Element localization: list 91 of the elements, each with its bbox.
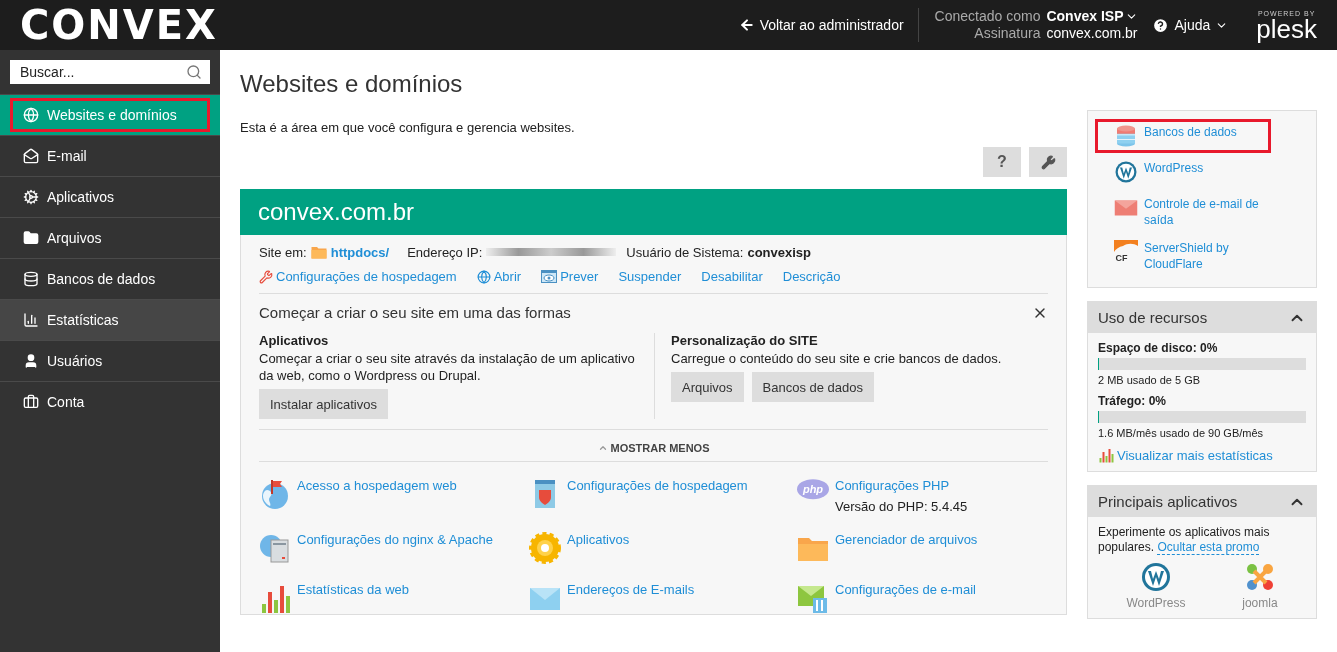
database-icon [1114, 124, 1138, 148]
sidebar-item[interactable]: Usuários [0, 340, 220, 381]
quick-link[interactable]: Controle de e-mail de saída [1095, 191, 1306, 233]
tool-link[interactable]: Endereços de E-mails [567, 582, 695, 597]
back-link[interactable]: Voltar ao administrador [738, 17, 904, 33]
chart-icon [23, 312, 39, 328]
cloudflare-logo: CF [1114, 240, 1138, 264]
sidebar-item[interactable]: Aplicativos [0, 176, 220, 217]
globe-icon [476, 269, 491, 284]
wrench-icon [1040, 154, 1056, 170]
help-icon [1152, 16, 1170, 34]
logo: CONVEX [20, 2, 218, 48]
ip-label: Endereço IP: [407, 244, 483, 260]
wordpress-logo [1114, 160, 1138, 184]
php-version: Versão do PHP: 5.4.45 [835, 499, 968, 514]
usage-reading: 1.6 MB/mês usado de 90 GB/mês [1098, 427, 1265, 439]
meter-label: Tráfego: 0% [1098, 394, 1167, 408]
sidebar-item[interactable]: Arquivos [0, 217, 220, 258]
hide-promo-link[interactable]: Ocultar esta promo [1157, 540, 1260, 555]
globe-flag-icon [259, 478, 291, 510]
section-title: Começar a criar o seu site em uma das formas [259, 304, 571, 321]
wordpress-logo [1139, 561, 1172, 593]
mail-icon [23, 148, 39, 164]
column-title: Personalização do SITE [671, 333, 819, 348]
tool-link[interactable]: Aplicativos [567, 532, 630, 547]
eye-window-icon [541, 270, 558, 283]
bar-chart-icon [1098, 447, 1114, 463]
help-button[interactable]: ? [983, 147, 1021, 177]
globe-server-icon [259, 532, 291, 564]
app-name[interactable]: joomla [1242, 596, 1278, 610]
caret-up-icon [597, 443, 608, 453]
gear-icon [529, 532, 561, 564]
action-link[interactable]: Suspender [618, 269, 682, 284]
account-menu[interactable]: Convex ISP [1046, 8, 1139, 25]
search-box[interactable]: Buscar... [10, 60, 210, 84]
action-button[interactable]: Instalar aplicativos [259, 389, 388, 419]
usage-reading: 2 MB usado de 5 GB [1098, 374, 1202, 386]
tool-link[interactable]: Configurações de e-mail [835, 582, 976, 597]
subscription-name: convex.com.br [1046, 25, 1139, 42]
panel-title: Principais aplicativos [1098, 493, 1238, 510]
domain-title: convex.com.br [240, 189, 1067, 235]
action-link[interactable]: Prever [541, 269, 599, 284]
plesk-logo: plesk [1256, 16, 1317, 41]
gear-icon [23, 189, 39, 205]
wrench-icon [259, 269, 273, 284]
quick-link[interactable]: CF ServerShield by CloudFlare [1095, 235, 1306, 277]
column-text: Começar a criar o seu site através da instalação de um aplicativo da web, como o Wordpress ou Drupal. [259, 350, 636, 384]
action-button[interactable]: Bancos de dados [751, 372, 875, 402]
search-icon [186, 64, 202, 80]
action-link[interactable]: Configurações de hospedagem [259, 269, 457, 284]
app-name[interactable]: WordPress [1126, 596, 1186, 610]
globe-icon [23, 107, 39, 123]
action-link[interactable]: Abrir [476, 269, 522, 284]
action-button[interactable]: Arquivos [671, 372, 744, 402]
tool-link[interactable]: Estatísticas da web [297, 582, 409, 597]
user-icon [23, 353, 39, 369]
panel-title: Uso de recursos [1098, 309, 1208, 326]
settings-button[interactable] [1029, 147, 1067, 177]
folder-icon [310, 244, 327, 260]
meter-label: Espaço de disco: 0% [1098, 341, 1219, 355]
statistics-link[interactable]: Visualizar mais estatísticas [1098, 447, 1306, 463]
php-logo: php [797, 478, 829, 501]
connected-label: Conectado como [934, 8, 1041, 25]
quick-link[interactable]: Bancos de dados [1095, 119, 1271, 153]
docroot-link[interactable]: httpdocs/ [330, 244, 390, 260]
sidebar-item[interactable]: Conta [0, 381, 220, 422]
tool-link[interactable]: Configurações PHP [835, 478, 950, 493]
sidebar-item[interactable]: E-mail [0, 135, 220, 176]
column-text: Carregue o conteúdo do seu site e crie bancos de dados. [671, 350, 1003, 367]
system-user-label: Usuário de Sistema: [626, 244, 744, 260]
action-link[interactable]: Descrição [782, 269, 841, 284]
system-user: convexisp [747, 244, 811, 260]
quick-link[interactable]: WordPress [1095, 155, 1306, 189]
page-title: Websites e domínios [240, 70, 464, 98]
tool-link[interactable]: Configurações de hospedagem [567, 478, 748, 493]
tool-link[interactable]: Configurações do nginx & Apache [297, 532, 493, 547]
briefcase-icon [23, 394, 39, 410]
site-label: Site em: [259, 244, 307, 260]
show-less-link[interactable]: MOSTRAR MENOS [259, 430, 1048, 462]
column-title: Aplicativos [259, 333, 330, 348]
action-link[interactable]: Desabilitar [701, 269, 763, 284]
tool-link[interactable]: Gerenciador de arquivos [835, 532, 978, 547]
promo-text: Experimente os aplicativos mais populares. Ocultar esta promo [1098, 525, 1271, 555]
sidebar-item[interactable]: Estatísticas [0, 299, 220, 340]
database-icon [23, 271, 39, 287]
subscription-label: Assinatura [973, 25, 1041, 42]
sidebar-item[interactable]: Websites e domínios [0, 94, 220, 135]
tool-link[interactable]: Acesso a hospedagem web [297, 478, 457, 493]
help-menu[interactable]: Ajuda [1152, 16, 1229, 34]
folder-icon [23, 230, 39, 246]
page-description: Esta é a área em que você configura e gerencia websites. [240, 120, 576, 135]
